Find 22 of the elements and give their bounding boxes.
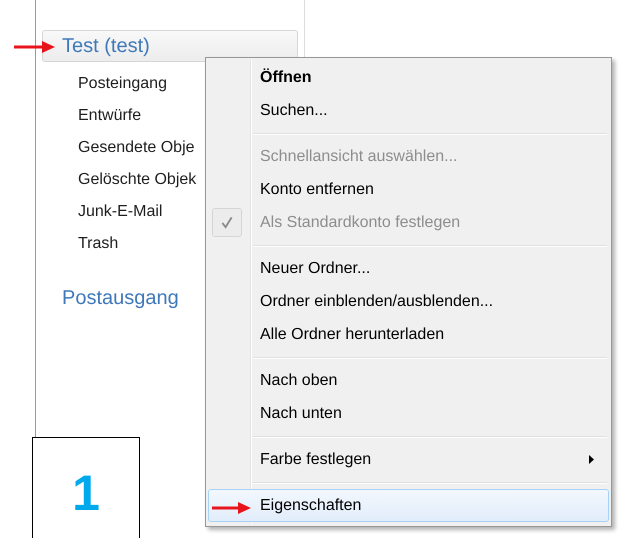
folder-item[interactable]: Posteingang xyxy=(78,68,167,100)
folder-item[interactable]: Gelöschte Objek xyxy=(78,164,196,196)
menu-item[interactable]: Suchen... xyxy=(208,94,609,127)
step-number: 1 xyxy=(72,468,100,518)
menu-item[interactable]: Farbe festlegen xyxy=(208,443,609,476)
folder-item[interactable]: Entwürfe xyxy=(78,100,142,132)
menu-item[interactable]: Neuer Ordner... xyxy=(208,252,609,285)
menu-item[interactable]: Alle Ordner herunterladen xyxy=(208,318,609,351)
folder-item[interactable]: Junk-E-Mail xyxy=(78,196,162,228)
folder-item[interactable]: Trash xyxy=(78,228,118,260)
arrow-icon xyxy=(212,501,252,515)
account-header[interactable]: Test (test) xyxy=(42,30,298,62)
menu-item[interactable]: Eigenschaften xyxy=(208,489,609,522)
account-name: Test (test) xyxy=(62,34,150,58)
menu-item[interactable]: Nach oben xyxy=(208,364,609,397)
folder-item[interactable]: Gesendete Obje xyxy=(78,132,195,164)
menu-item[interactable]: Ordner einblenden/ausblenden... xyxy=(208,285,609,318)
menu-item[interactable]: Nach unten xyxy=(208,397,609,430)
outbox-folder[interactable]: Postausgang xyxy=(62,282,179,314)
menu-item[interactable]: Öffnen xyxy=(208,61,609,94)
menu-item[interactable]: Konto entfernen xyxy=(208,173,609,206)
arrow-icon xyxy=(14,40,56,54)
